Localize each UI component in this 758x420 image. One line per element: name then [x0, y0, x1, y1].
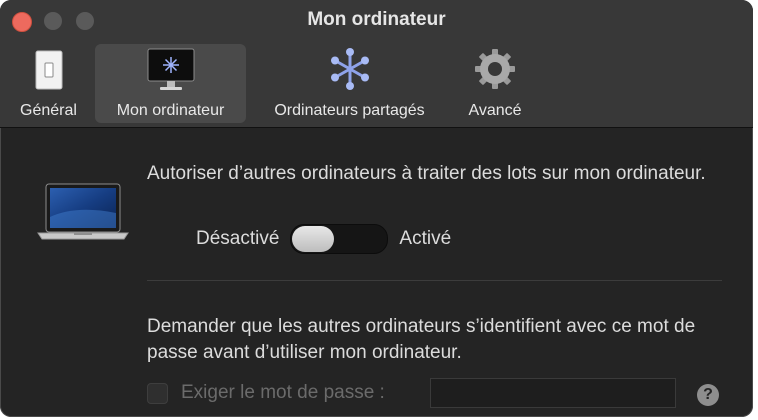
- help-button[interactable]: ?: [697, 384, 719, 406]
- tab-advanced-label: Avancé: [468, 102, 522, 119]
- password-description: Demander que les autres ordinateurs s’id…: [147, 316, 696, 363]
- password-field[interactable]: [430, 378, 676, 408]
- batch-processing-toggle-row: Désactivé Activé: [196, 224, 451, 254]
- require-password-checkbox[interactable]: [147, 382, 168, 404]
- tab-advanced[interactable]: Avancé: [457, 44, 533, 123]
- batch-processing-description: Autoriser d’autres ordinateurs à traiter…: [147, 163, 706, 184]
- window-title: Mon ordinateur: [307, 9, 446, 30]
- tab-shared-computers[interactable]: Ordinateurs partagés: [254, 44, 445, 123]
- my-computer-pane: Autoriser d’autres ordinateurs à traiter…: [0, 128, 753, 417]
- toolbar: Mon ordinateur Général Mon ordinateur Or…: [0, 0, 753, 128]
- gear-icon: [473, 47, 517, 96]
- tab-shared-computers-label: Ordinateurs partagés: [274, 102, 425, 119]
- tab-general-label: Général: [20, 102, 77, 119]
- toggle-off-label: Désactivé: [196, 228, 280, 249]
- computer-display-icon: [146, 47, 196, 98]
- require-password-label: Exiger le mot de passe :: [181, 382, 385, 403]
- tab-my-computer[interactable]: Mon ordinateur: [95, 44, 246, 123]
- laptop-icon: [36, 183, 130, 246]
- preferences-window: Mon ordinateur Général Mon ordinateur Or…: [0, 0, 753, 417]
- tab-general[interactable]: Général: [9, 44, 88, 123]
- toggle-on-label: Activé: [399, 228, 452, 249]
- section-divider: [147, 280, 722, 281]
- switch-knob: [292, 226, 335, 252]
- switch-icon: [34, 47, 64, 96]
- tab-my-computer-label: Mon ordinateur: [116, 102, 225, 119]
- cluster-icon: [328, 47, 372, 96]
- require-password-row: Exiger le mot de passe :: [147, 378, 385, 408]
- batch-processing-switch[interactable]: [290, 224, 389, 254]
